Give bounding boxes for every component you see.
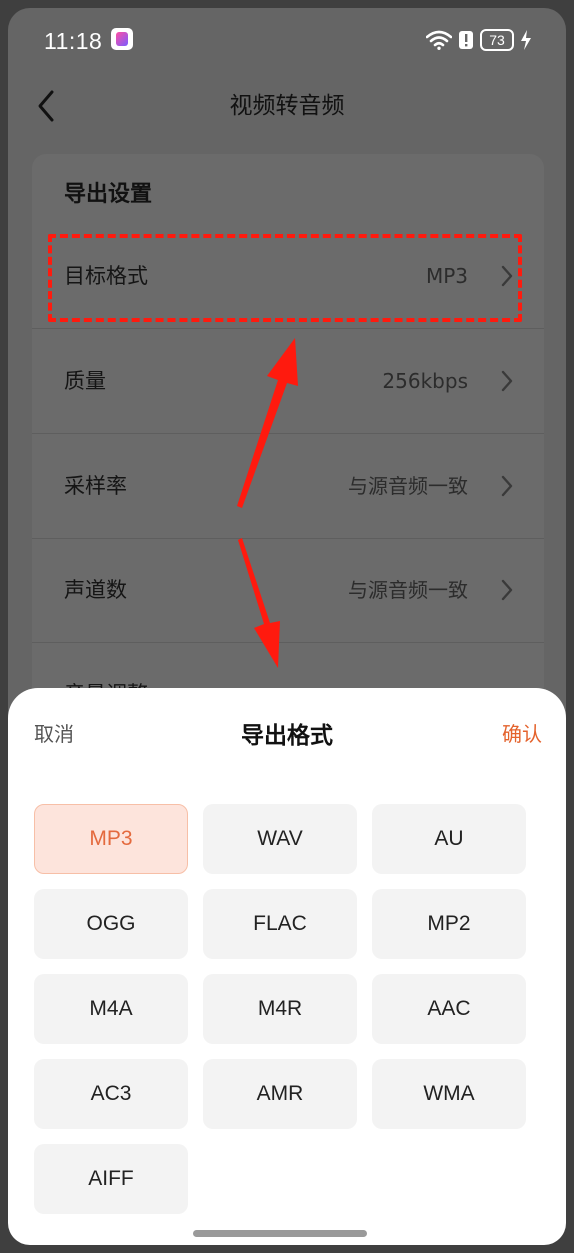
- setting-row-quality[interactable]: 质量 256kbps: [32, 329, 544, 434]
- row-value: 256kbps: [382, 369, 468, 393]
- status-icons: 73: [426, 26, 532, 54]
- format-option-flac[interactable]: FLAC: [203, 889, 357, 959]
- format-option-wma[interactable]: WMA: [372, 1059, 526, 1129]
- export-format-sheet: 取消 导出格式 确认 MP3 WAV AU OGG FLAC MP2 M4A M…: [8, 688, 566, 1245]
- page-title: 视频转音频: [229, 93, 345, 119]
- format-option-m4r[interactable]: M4R: [203, 974, 357, 1044]
- format-option-wav[interactable]: WAV: [203, 804, 357, 874]
- format-option-aiff[interactable]: AIFF: [34, 1144, 188, 1214]
- section-title: 导出设置: [64, 182, 153, 207]
- format-option-mp2[interactable]: MP2: [372, 889, 526, 959]
- format-option-m4a[interactable]: M4A: [34, 974, 188, 1044]
- row-value: 与源音频一致: [348, 578, 468, 602]
- format-option-amr[interactable]: AMR: [203, 1059, 357, 1129]
- setting-row-channels[interactable]: 声道数 与源音频一致: [32, 538, 544, 643]
- format-option-au[interactable]: AU: [372, 804, 526, 874]
- charging-icon: [521, 30, 531, 50]
- format-grid: MP3 WAV AU OGG FLAC MP2 M4A M4R AAC AC3 …: [34, 804, 530, 1214]
- chevron-right-icon: [501, 370, 513, 392]
- confirm-button[interactable]: 确认: [502, 718, 542, 747]
- battery-icon: 73: [480, 29, 514, 51]
- format-option-aac[interactable]: AAC: [372, 974, 526, 1044]
- sheet-title: 导出格式: [241, 723, 333, 749]
- highlight-box: [48, 234, 522, 322]
- alert-icon: [459, 31, 473, 49]
- status-time: 11:18: [44, 28, 103, 54]
- chevron-right-icon: [501, 475, 513, 497]
- chevron-right-icon: [501, 579, 513, 601]
- setting-row-sample-rate[interactable]: 采样率 与源音频一致: [32, 434, 544, 539]
- home-indicator: [193, 1230, 367, 1237]
- row-label: 质量: [64, 369, 106, 393]
- format-option-ogg[interactable]: OGG: [34, 889, 188, 959]
- row-label: 声道数: [64, 578, 127, 602]
- row-label: 采样率: [64, 474, 127, 498]
- format-option-ac3[interactable]: AC3: [34, 1059, 188, 1129]
- phone-screen: 11:18 73 视频转音频 导出设置 目标格式 MP3 质量 256kbps …: [8, 8, 566, 1245]
- row-value: 与源音频一致: [348, 474, 468, 498]
- wifi-icon: [426, 30, 452, 50]
- app-notification-icon: [111, 28, 133, 50]
- format-option-mp3[interactable]: MP3: [34, 804, 188, 874]
